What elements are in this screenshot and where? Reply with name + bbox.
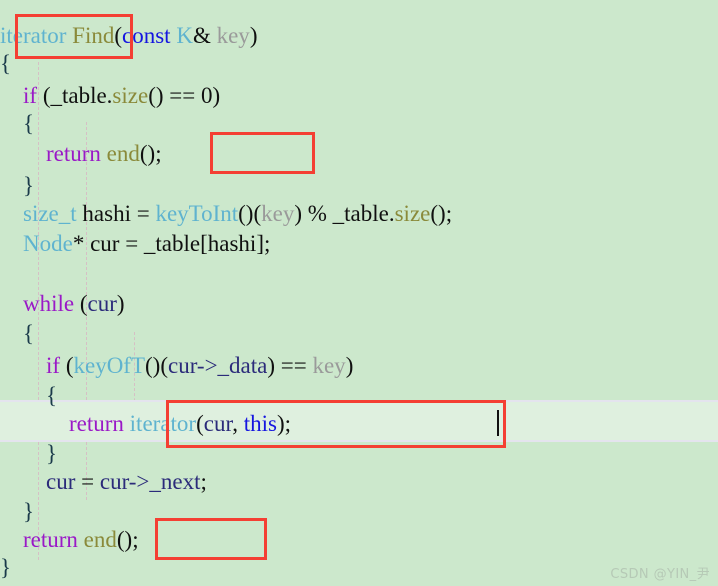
code-line-5[interactable]: return end(); xyxy=(0,138,718,170)
token-7-5: key xyxy=(261,201,295,226)
token-14-6: , xyxy=(232,411,244,436)
token-8-1: Node xyxy=(23,231,73,256)
token-18-0 xyxy=(0,527,23,552)
token-1-4: const xyxy=(122,23,171,48)
token-18-3: end xyxy=(83,527,117,552)
code-line-16[interactable]: cur = cur->_next; xyxy=(0,466,718,498)
token-1-0: iterator xyxy=(0,23,67,48)
token-12-6: ) == xyxy=(267,353,313,378)
token-4-0: { xyxy=(0,111,35,136)
token-14-8: ); xyxy=(276,411,291,436)
token-15-0: } xyxy=(0,441,58,466)
token-14-4: ( xyxy=(196,411,204,436)
token-14-0 xyxy=(0,411,69,436)
token-7-1: size_t xyxy=(23,201,77,226)
code-line-12[interactable]: if (keyOfT()(cur->_data) == key) xyxy=(0,350,718,382)
code-editor-canvas[interactable]: iterator Find(const K& key){ if (_table.… xyxy=(0,0,718,586)
code-line-10[interactable]: while (cur) xyxy=(0,288,718,320)
csdn-watermark: CSDN @YIN_尹 xyxy=(610,567,710,582)
token-7-2: hashi = xyxy=(76,201,156,226)
token-3-3: size xyxy=(112,83,149,108)
token-3-4: () == 0) xyxy=(148,83,221,108)
caret-bar xyxy=(497,410,499,436)
code-line-4[interactable]: { xyxy=(0,108,718,140)
token-12-4: ()( xyxy=(145,353,168,378)
token-18-1: return xyxy=(23,527,78,552)
token-1-7: & xyxy=(192,23,217,48)
token-12-8: ) xyxy=(345,353,354,378)
token-10-3: cur xyxy=(87,291,117,316)
token-16-3: cur->_next xyxy=(99,469,201,494)
token-7-3: keyToInt xyxy=(155,201,239,226)
token-12-0 xyxy=(0,353,46,378)
token-5-3: end xyxy=(106,141,140,166)
token-16-2: = xyxy=(75,469,100,494)
token-12-5: cur->_data xyxy=(168,353,268,378)
token-2-0: { xyxy=(0,51,12,76)
token-5-0 xyxy=(0,141,46,166)
token-1-9: ) xyxy=(249,23,258,48)
token-19-0: } xyxy=(0,555,12,580)
code-line-9[interactable] xyxy=(0,258,718,290)
token-7-7: size xyxy=(394,201,431,226)
token-14-3: iterator xyxy=(129,411,197,436)
token-3-0 xyxy=(0,83,23,108)
token-1-2: Find xyxy=(72,23,115,48)
token-13-0: { xyxy=(0,383,58,408)
token-1-6: K xyxy=(176,23,193,48)
token-14-1: return xyxy=(69,411,124,436)
token-8-0 xyxy=(0,231,23,256)
token-16-0 xyxy=(0,469,46,494)
token-11-0: { xyxy=(0,321,35,346)
token-1-8: key xyxy=(216,23,250,48)
token-12-1: if xyxy=(46,353,61,378)
token-8-2: * cur = _table[hashi]; xyxy=(72,231,271,256)
token-7-4: ()( xyxy=(238,201,262,226)
token-10-1: while xyxy=(23,291,75,316)
code-line-2[interactable]: { xyxy=(0,48,718,80)
token-6-0: } xyxy=(0,173,35,198)
token-7-6: ) % _table. xyxy=(294,201,395,226)
code-line-14[interactable]: return iterator(cur, this); xyxy=(0,408,718,440)
token-14-7: this xyxy=(243,411,277,436)
token-7-0 xyxy=(0,201,23,226)
token-7-8: (); xyxy=(430,201,453,226)
token-16-1: cur xyxy=(46,469,76,494)
token-10-0 xyxy=(0,291,23,316)
code-line-11[interactable]: { xyxy=(0,318,718,350)
token-3-1: if xyxy=(23,83,38,108)
token-14-5: cur xyxy=(203,411,233,436)
token-10-2: ( xyxy=(74,291,88,316)
token-10-4: ) xyxy=(116,291,125,316)
token-16-4: ; xyxy=(200,469,207,494)
token-3-2: (_table. xyxy=(37,83,113,108)
token-1-3: ( xyxy=(114,23,123,48)
token-12-3: keyOfT xyxy=(73,353,146,378)
token-5-1: return xyxy=(46,141,101,166)
token-17-0: } xyxy=(0,499,35,524)
token-18-4: (); xyxy=(116,527,139,552)
code-line-8[interactable]: Node* cur = _table[hashi]; xyxy=(0,228,718,260)
token-12-7: key xyxy=(312,353,346,378)
token-12-2: ( xyxy=(60,353,74,378)
code-line-7[interactable]: size_t hashi = keyToInt()(key) % _table.… xyxy=(0,198,718,230)
token-5-4: (); xyxy=(139,141,162,166)
